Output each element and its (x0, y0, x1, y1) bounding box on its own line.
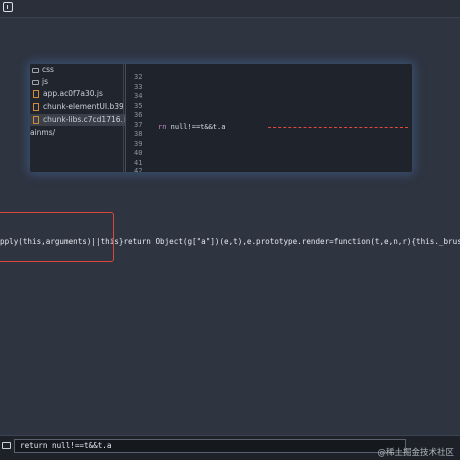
code-text: return Object(g["a"])(e,t),e.prototype.r… (123, 237, 460, 246)
line-number: 38 (134, 130, 143, 138)
top-toolbar (0, 0, 460, 18)
line-number: 33 (134, 82, 143, 91)
sidebar-toggle-icon[interactable] (3, 2, 13, 12)
file-icon (33, 90, 39, 98)
line-number: 34 (134, 92, 143, 100)
code-text: null!==t&&t.a (170, 123, 226, 131)
file-icon (33, 103, 39, 111)
file-tree: css js app.ac0f7a30.js chunk-elementUI.b… (30, 64, 125, 172)
search-icon[interactable] (2, 442, 11, 449)
tree-item-js[interactable]: js (30, 76, 125, 88)
tree-item-chunk-elementui[interactable]: chunk-elementUI.b39 (30, 101, 125, 113)
tree-item-css[interactable]: css (30, 64, 125, 76)
line-number: 40 (134, 149, 143, 157)
code-line-38[interactable]: rn null!==t&&t.a (158, 122, 225, 132)
highlight-box (0, 212, 114, 262)
line-number: 42 (134, 167, 143, 172)
folder-icon (32, 67, 39, 73)
divider (0, 17, 460, 18)
editor-window: css js app.ac0f7a30.js chunk-elementUI.b… (30, 64, 412, 172)
line-number: 32 (134, 73, 143, 81)
tree-item-app-js[interactable]: app.ac0f7a30.js (30, 88, 125, 100)
folder-icon (32, 79, 39, 85)
line-number: 39 (134, 139, 143, 148)
file-icon (33, 116, 39, 124)
code-keyword: rn (158, 123, 167, 131)
tree-item-chunk-libs[interactable]: chunk-libs.c7cd1716.js (30, 114, 125, 126)
tree-divider (123, 64, 124, 172)
line-number: 37 (134, 120, 143, 129)
tree-item-ainms[interactable]: ainms/ (30, 127, 125, 139)
error-squiggle (268, 127, 408, 128)
line-number: 35 (134, 101, 143, 110)
search-input[interactable]: return null!==t&&t.a (14, 439, 406, 453)
watermark: @稀土掘金技术社区 (377, 448, 454, 458)
line-number: 36 (134, 111, 143, 119)
line-gutter: 32 33 34 35 36 37 38 39 40 41 42 (125, 64, 153, 172)
